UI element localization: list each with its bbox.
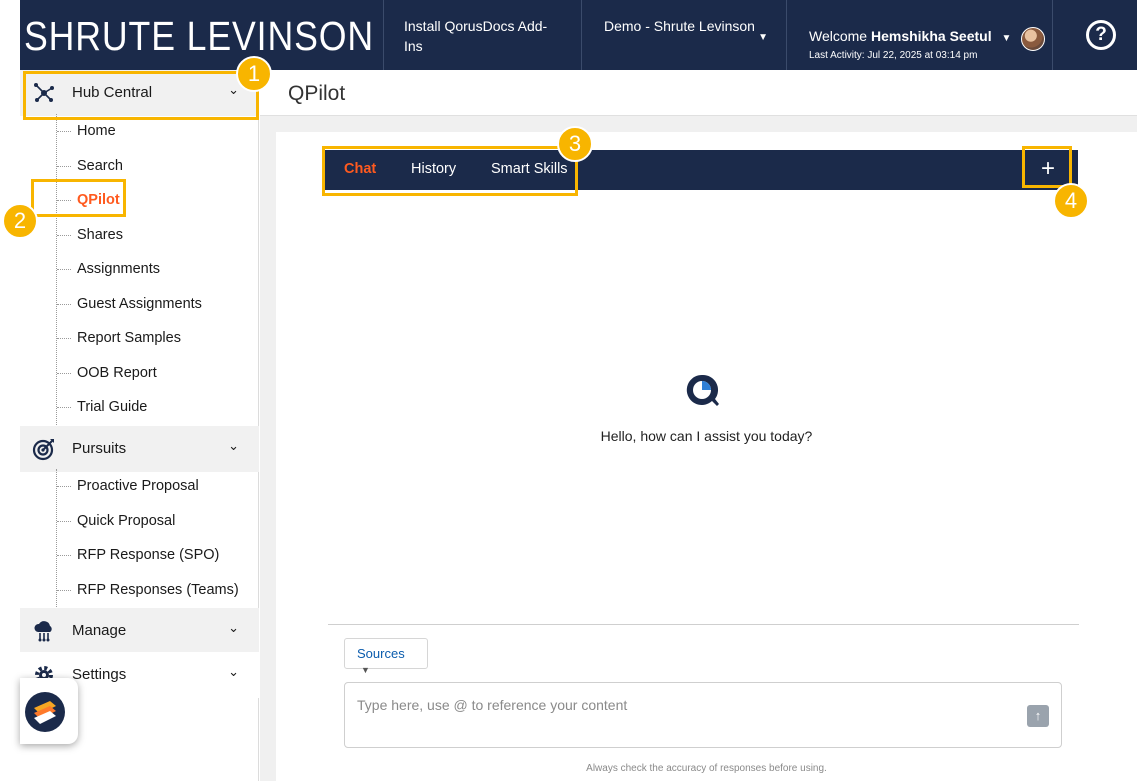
highlight-tabs <box>322 146 578 196</box>
sidebar-item-rfp-responses-teams[interactable]: RFP Responses (Teams) <box>57 573 239 608</box>
target-icon <box>32 439 54 461</box>
annotation-badge-4: 4 <box>1053 183 1089 219</box>
brand-logo[interactable]: SHRUTE LEVINSON <box>20 8 380 60</box>
qorusdocs-logo-icon <box>25 692 65 732</box>
chevron-down-icon: ⌄ <box>228 664 239 679</box>
sidebar-item-guest-assignments[interactable]: Guest Assignments <box>57 287 202 322</box>
annotation-badge-1: 1 <box>236 56 272 92</box>
qpilot-panel: Chat History Smart Skills + Hello, how c… <box>276 132 1137 781</box>
highlight-new-chat <box>1022 146 1072 188</box>
sidebar-item-proactive-proposal[interactable]: Proactive Proposal <box>57 469 239 504</box>
sidebar-section-manage[interactable]: Manage ⌄ <box>20 608 259 654</box>
sidebar-item-quick-proposal[interactable]: Quick Proposal <box>57 504 239 539</box>
workspace-selector[interactable]: Demo - Shrute Levinson ▼ <box>581 0 786 70</box>
cloud-icon <box>34 621 52 642</box>
sources-label: Sources <box>357 646 405 661</box>
chevron-down-icon: ⌄ <box>228 620 239 635</box>
app-launcher-button[interactable] <box>20 678 78 744</box>
sidebar-section-label: Pursuits <box>72 440 127 457</box>
sidebar-item-rfp-response-spo[interactable]: RFP Response (SPO) <box>57 538 239 573</box>
install-addins-label: Install QorusDocs Add-Ins <box>404 18 548 54</box>
install-addins-link[interactable]: Install QorusDocs Add-Ins <box>383 0 581 70</box>
sources-dropdown[interactable]: Sources ▼ <box>344 638 428 675</box>
chat-input[interactable] <box>357 697 1007 737</box>
send-arrow-icon[interactable]: ↑ <box>1027 705 1049 727</box>
hub-central-tree: Home Search QPilot Shares Assignments Gu… <box>56 114 202 425</box>
sidebar-section-label: Manage <box>72 622 127 639</box>
sidebar-item-search[interactable]: Search <box>57 149 202 184</box>
page-header: QPilot <box>260 70 1137 116</box>
user-name: Hemshikha Seetul <box>870 28 992 44</box>
welcome-prefix: Welcome <box>809 28 868 44</box>
brand-wordmark-text: SHRUTE LEVINSON <box>24 13 374 59</box>
help-icon[interactable]: ? <box>1086 20 1116 50</box>
highlight-qpilot <box>31 179 126 217</box>
caret-down-icon: ▼ <box>361 665 370 675</box>
sidebar-item-oob-report[interactable]: OOB Report <box>57 356 202 391</box>
divider <box>328 624 1079 625</box>
welcome-line: Welcome Hemshikha Seetul ▼ <box>809 28 1030 44</box>
sidebar-item-report-samples[interactable]: Report Samples <box>57 321 202 356</box>
greeting-text: Hello, how can I assist you today? <box>600 428 813 444</box>
accuracy-disclaimer: Always check the accuracy of responses b… <box>586 763 827 774</box>
sidebar: Hub Central ⌄ Home Search QPilot Shares … <box>20 70 259 781</box>
last-activity: Last Activity: Jul 22, 2025 at 03:14 pm <box>809 50 978 61</box>
chevron-down-icon: ▼ <box>1001 33 1012 44</box>
chat-input-box: ↑ <box>344 682 1062 748</box>
brand-logo-wordmark: SHRUTE LEVINSON <box>24 13 374 59</box>
workspace-label: Demo - Shrute Levinson <box>604 18 755 34</box>
help-area: ? <box>1052 0 1137 70</box>
sidebar-section-label: Settings <box>72 666 127 683</box>
pursuits-tree: Proactive Proposal Quick Proposal RFP Re… <box>56 469 239 607</box>
annotation-badge-3: 3 <box>557 126 593 162</box>
sidebar-item-assignments[interactable]: Assignments <box>57 252 202 287</box>
page-title: QPilot <box>288 82 346 105</box>
avatar[interactable] <box>1021 27 1045 51</box>
sidebar-item-shares[interactable]: Shares <box>57 218 202 253</box>
chevron-down-icon: ▼ <box>758 32 768 43</box>
top-bar: SHRUTE LEVINSON Install QorusDocs Add-In… <box>20 0 1137 70</box>
user-menu[interactable]: Welcome Hemshikha Seetul ▼ Last Activity… <box>786 0 1052 70</box>
annotation-badge-2: 2 <box>2 203 38 239</box>
highlight-hub-central <box>23 71 259 120</box>
sidebar-section-pursuits[interactable]: Pursuits ⌄ <box>20 426 259 472</box>
qpilot-logo-icon <box>686 374 719 406</box>
chevron-down-icon: ⌄ <box>228 438 239 453</box>
sidebar-item-trial-guide[interactable]: Trial Guide <box>57 390 202 425</box>
